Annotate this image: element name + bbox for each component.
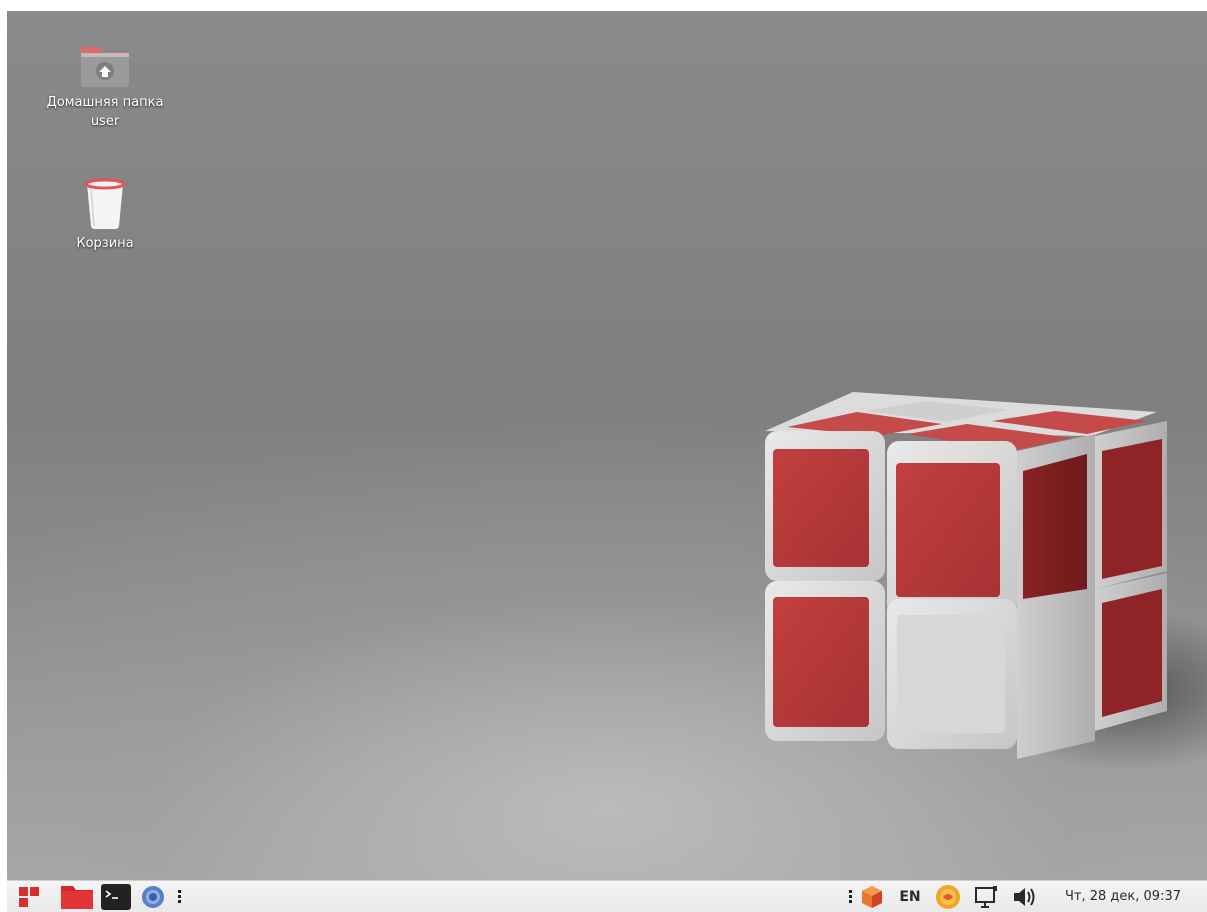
clock[interactable]: Чт, 28 дек, 09:37: [1047, 881, 1199, 912]
browser-icon: [142, 885, 164, 908]
home-folder-icon: [81, 47, 129, 87]
tray-update[interactable]: [857, 881, 887, 912]
keyboard-layout-indicator[interactable]: EN: [891, 881, 929, 912]
taskbar-browser[interactable]: [137, 881, 169, 912]
file-manager-icon: [61, 885, 93, 909]
desktop-icon-trash-label: Корзина: [76, 236, 134, 251]
display-icon: [975, 885, 997, 908]
desktop[interactable]: Домашняя папка user Корзина: [7, 11, 1207, 880]
taskbar-terminal[interactable]: [97, 881, 135, 912]
desktop-icon-home-label-1: Домашняя папка: [46, 95, 164, 110]
tray-fly[interactable]: [931, 881, 965, 912]
update-icon: [862, 885, 882, 908]
start-menu-icon: [19, 886, 39, 907]
terminal-icon: [101, 883, 131, 910]
volume-icon: [1014, 887, 1035, 906]
cube-red-sticker: [1102, 589, 1162, 717]
taskbar: EN Чт, 28 дек, 09:37: [7, 880, 1207, 912]
quicklaunch-handle[interactable]: [173, 881, 185, 912]
wallpaper-cube: [765, 392, 1207, 771]
desktop-icon-trash[interactable]: Корзина: [45, 176, 165, 253]
cube-red-sticker: [1102, 439, 1162, 579]
taskbar-file-manager[interactable]: [57, 881, 97, 912]
tray-volume[interactable]: [1007, 881, 1041, 912]
drag-handle-icon: [848, 890, 852, 903]
trash-icon: [84, 178, 126, 230]
cube-block-side: [1017, 601, 1095, 759]
cube-red-sticker: [773, 597, 869, 727]
start-button[interactable]: [13, 881, 45, 912]
drag-handle-icon: [177, 890, 181, 903]
cube-white-sticker: [897, 615, 1005, 733]
desktop-icon-home-label-2: user: [90, 114, 120, 129]
tray-display[interactable]: [969, 881, 1003, 912]
cube-red-sticker: [1023, 454, 1087, 599]
tray-handle[interactable]: [845, 881, 855, 912]
cube-red-sticker: [773, 449, 869, 567]
desktop-icon-home[interactable]: Домашняя папка user: [45, 41, 165, 131]
cube-red-sticker: [896, 463, 1000, 597]
screen: Домашняя папка user Корзина EN Чт, 28 де…: [0, 0, 1207, 912]
fly-icon: [936, 884, 960, 909]
